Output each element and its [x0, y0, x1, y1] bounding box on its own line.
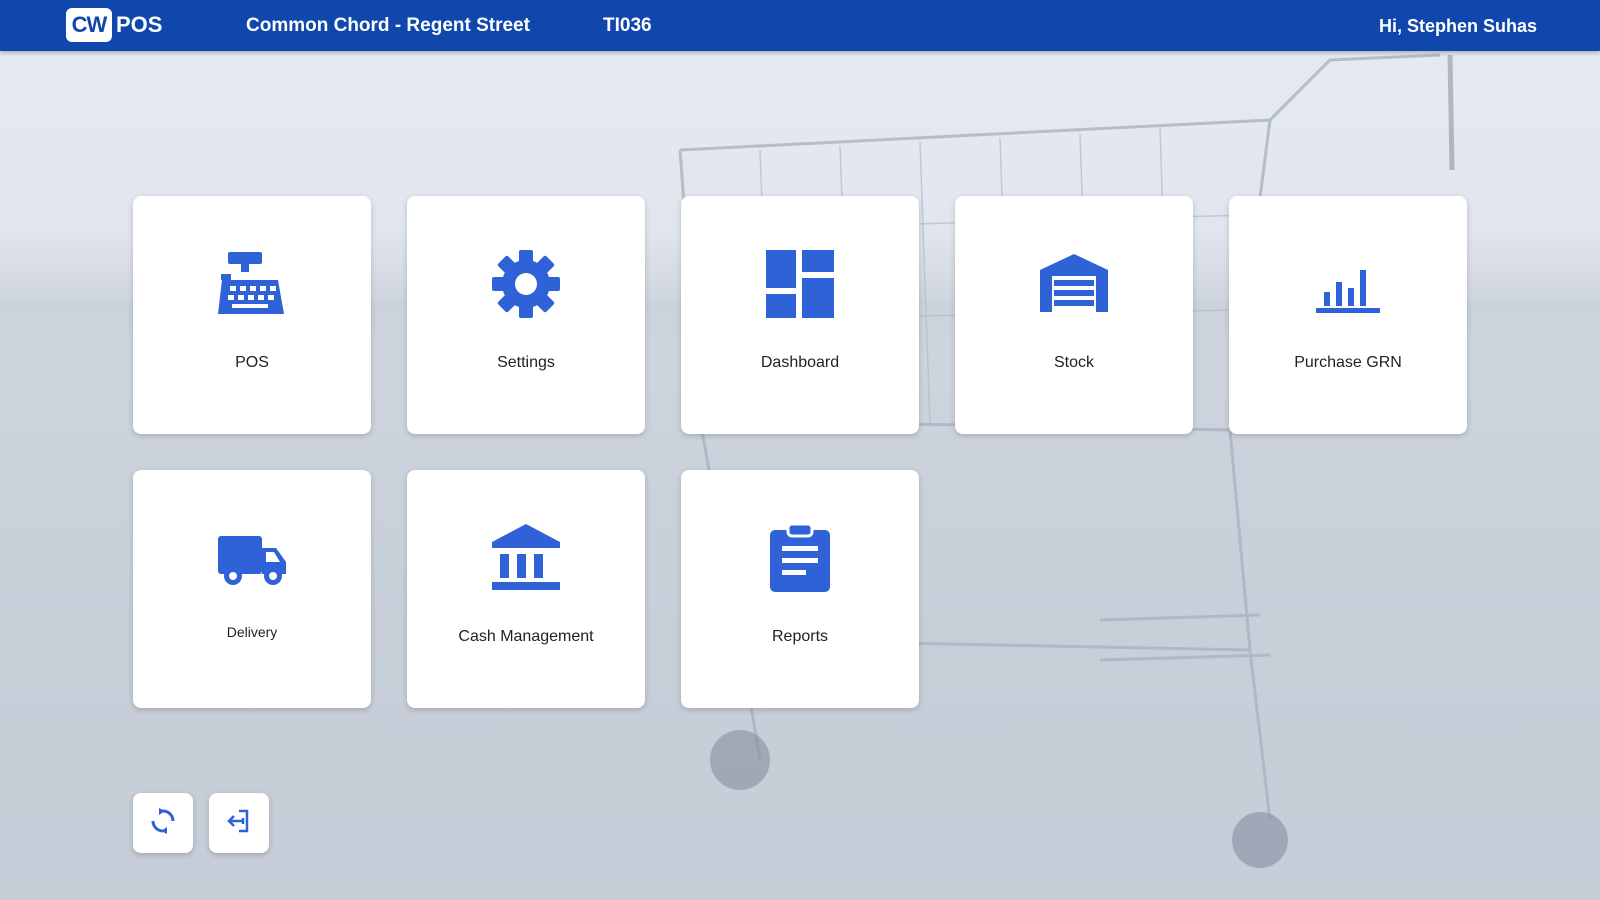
logo-text: POS [116, 12, 163, 37]
tile-label: Stock [1053, 354, 1094, 371]
user-greeting[interactable]: Hi, Stephen Suhas [1379, 16, 1537, 37]
sync-icon [149, 807, 177, 840]
cash-register-icon [216, 248, 288, 320]
truck-icon [216, 522, 288, 594]
bar-chart-icon [1312, 248, 1384, 320]
tile-label: Delivery [226, 624, 278, 640]
tile-label: Dashboard [760, 354, 840, 371]
clipboard-icon [764, 522, 836, 594]
store-name: Common Chord - Regent Street [246, 15, 530, 36]
app-logo[interactable]: CW POS [66, 8, 162, 42]
warehouse-icon [1038, 248, 1110, 320]
sync-button[interactable] [133, 793, 193, 853]
tile-label: Reports [771, 628, 829, 645]
bank-icon [490, 522, 562, 594]
tile-settings[interactable]: Settings [407, 196, 645, 434]
tile-dashboard[interactable]: Dashboard [681, 196, 919, 434]
tile-cash-management[interactable]: Cash Management [407, 470, 645, 708]
tile-reports[interactable]: Reports [681, 470, 919, 708]
tile-purchase-grn[interactable]: Purchase GRN [1229, 196, 1467, 434]
till-id: TI036 [603, 15, 652, 36]
top-navigation-bar: CW POS Common Chord - Regent Street TI03… [0, 0, 1600, 51]
background-shopping-cart-image [0, 0, 1600, 900]
logo-badge: CW [66, 8, 112, 42]
tile-label: Purchase GRN [1294, 354, 1402, 371]
tile-label: Settings [497, 354, 555, 371]
tile-stock[interactable]: Stock [955, 196, 1193, 434]
tile-label: Cash Management [458, 628, 594, 645]
logout-button[interactable] [209, 793, 269, 853]
tile-label: POS [235, 354, 269, 371]
gear-icon [490, 248, 562, 320]
logout-icon [225, 807, 253, 840]
dashboard-icon [764, 248, 836, 320]
tile-delivery[interactable]: Delivery [133, 470, 371, 708]
tile-pos[interactable]: POS [133, 196, 371, 434]
